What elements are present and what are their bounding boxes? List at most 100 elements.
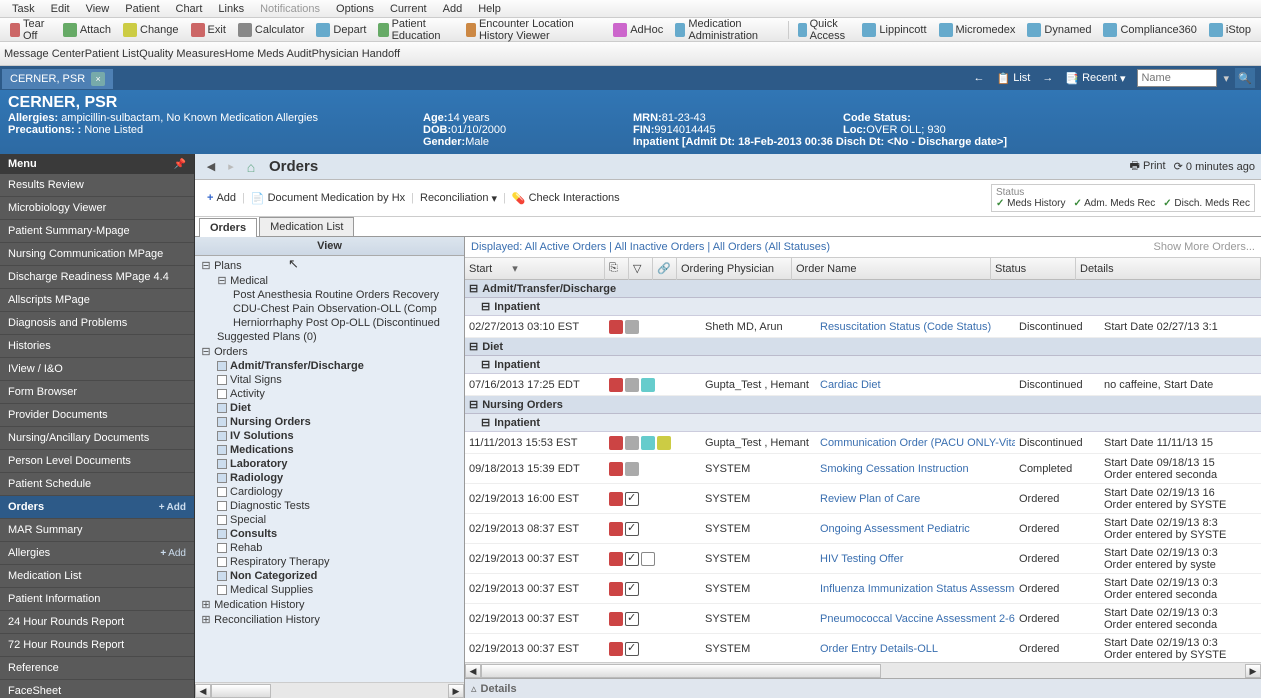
list-button[interactable]: 📋 List (991, 70, 1037, 87)
tb-quality-measures[interactable]: Quality Measures (139, 48, 225, 60)
nav-medication-list[interactable]: Medication List (0, 565, 194, 588)
details-bar[interactable]: ▵ Details (465, 678, 1261, 698)
nav-discharge-readiness-mpage-4.4[interactable]: Discharge Readiness MPage 4.4 (0, 266, 194, 289)
checkbox[interactable] (217, 501, 227, 511)
order-name-link[interactable]: Smoking Cessation Instruction (816, 461, 1015, 477)
nav-patient-information[interactable]: Patient Information (0, 588, 194, 611)
checkbox[interactable] (217, 459, 227, 469)
check-interactions-button[interactable]: 💊 Check Interactions (506, 190, 626, 207)
tree-vital-signs[interactable]: Vital Signs (197, 373, 462, 387)
arrow-right-icon[interactable]: → (1042, 72, 1053, 84)
refresh-status[interactable]: ⟳ 0 minutes ago (1174, 160, 1255, 173)
order-row[interactable]: 02/19/2013 00:37 ESTSYSTEMOrder Entry De… (465, 634, 1261, 662)
col-status[interactable]: Status (991, 258, 1076, 280)
menu-notifications[interactable]: Notifications (252, 1, 328, 17)
nav-diagnosis-and-problems[interactable]: Diagnosis and Problems (0, 312, 194, 335)
checkbox[interactable] (217, 445, 227, 455)
checkbox[interactable] (217, 543, 227, 553)
tree-activity[interactable]: Activity (197, 387, 462, 401)
collapse-icon[interactable]: ⊟ (481, 300, 490, 313)
expand-icon[interactable]: ⊟ (217, 274, 227, 287)
tb-quick-access[interactable]: Quick Access (792, 16, 856, 44)
grid-body[interactable]: ⊟Admit/Transfer/Discharge⊟Inpatient02/27… (465, 280, 1261, 662)
nav-nursing-communication-mpage[interactable]: Nursing Communication MPage (0, 243, 194, 266)
tree-consults[interactable]: Consults (197, 527, 462, 541)
add-button[interactable]: + Add (160, 548, 186, 559)
menu-task[interactable]: Task (4, 1, 43, 17)
nav-iview---i&o[interactable]: IView / I&O (0, 358, 194, 381)
menu-help[interactable]: Help (470, 1, 509, 17)
tree-nursing-orders[interactable]: Nursing Orders (197, 415, 462, 429)
checkbox[interactable] (217, 431, 227, 441)
checkbox[interactable] (217, 487, 227, 497)
collapse-icon[interactable]: ⊟ (469, 340, 478, 353)
add-button[interactable]: +Add (201, 190, 242, 206)
menu-current[interactable]: Current (382, 1, 435, 17)
order-row[interactable]: 07/16/2013 17:25 EDTGupta_Test , HemantC… (465, 374, 1261, 396)
tree-special[interactable]: Special (197, 513, 462, 527)
tree-iv-solutions[interactable]: IV Solutions (197, 429, 462, 443)
document-med-button[interactable]: 📄 Document Medication by Hx (245, 190, 411, 207)
tb-compliance360[interactable]: Compliance360 (1097, 21, 1202, 39)
home-icon[interactable]: ⌂ (241, 157, 261, 177)
expand-icon[interactable]: ⊞ (201, 613, 211, 626)
order-name-link[interactable]: Resuscitation Status (Code Status) (816, 319, 1015, 335)
tb-calculator[interactable]: Calculator (232, 21, 311, 39)
tree-herniorrhaphy-post-op-oll-discontinued[interactable]: Herniorrhaphy Post Op-OLL (Discontinued (197, 316, 462, 330)
nav-allergies[interactable]: Allergies+ Add (0, 542, 194, 565)
nav-patient-schedule[interactable]: Patient Schedule (0, 473, 194, 496)
nav-patient-summary-mpage[interactable]: Patient Summary-Mpage (0, 220, 194, 243)
checkbox[interactable] (217, 389, 227, 399)
menu-options[interactable]: Options (328, 1, 382, 17)
order-name-link[interactable]: Influenza Immunization Status Assessment (816, 581, 1015, 597)
tb-patient-education[interactable]: Patient Education (372, 16, 459, 44)
menu-edit[interactable]: Edit (43, 1, 78, 17)
nav-histories[interactable]: Histories (0, 335, 194, 358)
menu-view[interactable]: View (78, 1, 118, 17)
order-row[interactable]: 02/19/2013 16:00 ESTSYSTEMReview Plan of… (465, 484, 1261, 514)
menu-patient[interactable]: Patient (117, 1, 167, 17)
checkbox[interactable] (217, 585, 227, 595)
tab-orders[interactable]: Orders (199, 218, 257, 237)
tb-medication-administration[interactable]: Medication Administration (669, 16, 785, 44)
nav-form-browser[interactable]: Form Browser (0, 381, 194, 404)
order-row[interactable]: 11/11/2013 15:53 ESTGupta_Test , HemantC… (465, 432, 1261, 454)
tree-diagnostic-tests[interactable]: Diagnostic Tests (197, 499, 462, 513)
tb-physician-handoff[interactable]: Physician Handoff (312, 48, 400, 60)
tb-lippincott[interactable]: Lippincott (856, 21, 932, 39)
tree-radiology[interactable]: Radiology (197, 471, 462, 485)
tb-encounter-location-history-viewer[interactable]: Encounter Location History Viewer (460, 16, 607, 44)
nav-72-hour-rounds-report[interactable]: 72 Hour Rounds Report (0, 634, 194, 657)
order-name-link[interactable]: Communication Order (PACU ONLY-Vital Sig… (816, 435, 1015, 451)
grid-scrollbar[interactable]: ◀▶ (465, 662, 1261, 678)
col-icon2[interactable]: 🔗 (653, 258, 677, 280)
expand-icon[interactable]: ⊟ (201, 345, 211, 358)
tb-change[interactable]: Change (117, 21, 185, 39)
patient-tab[interactable]: CERNER, PSR × (2, 69, 113, 89)
order-row[interactable]: 02/19/2013 08:37 ESTSYSTEMOngoing Assess… (465, 514, 1261, 544)
col-details[interactable]: Details (1076, 258, 1261, 280)
order-row[interactable]: 02/19/2013 00:37 ESTSYSTEMHIV Testing Of… (465, 544, 1261, 574)
close-icon[interactable]: × (91, 72, 105, 86)
order-name-link[interactable]: Cardiac Diet (816, 377, 1015, 393)
back-button[interactable]: ◀ (201, 157, 221, 177)
col-filter-icon[interactable]: ▽ (629, 258, 653, 280)
search-icon[interactable]: 🔍 (1235, 68, 1255, 88)
tree-plans[interactable]: ⊟ Plans (197, 258, 462, 273)
nav-orders[interactable]: Orders+ Add (0, 496, 194, 519)
tb-exit[interactable]: Exit (185, 21, 232, 39)
nav-nursing-ancillary-documents[interactable]: Nursing/Ancillary Documents (0, 427, 194, 450)
show-more-link[interactable]: Show More Orders... (1154, 241, 1255, 253)
tree-cdu-chest-pain-observation-oll-comp[interactable]: CDU-Chest Pain Observation-OLL (Comp (197, 302, 462, 316)
collapse-icon[interactable]: ⊟ (469, 398, 478, 411)
tree-medical-supplies[interactable]: Medical Supplies (197, 583, 462, 597)
tb-dynamed[interactable]: Dynamed (1021, 21, 1097, 39)
section-admit-transfer-discharge[interactable]: ⊟Admit/Transfer/Discharge (465, 280, 1261, 298)
print-button[interactable]: 🖶 Print (1130, 157, 1166, 176)
tree-non-categorized[interactable]: Non Categorized (197, 569, 462, 583)
tree-orders[interactable]: ⊟ Orders (197, 344, 462, 359)
checkbox[interactable] (217, 417, 227, 427)
order-row[interactable]: 09/18/2013 15:39 EDTSYSTEMSmoking Cessat… (465, 454, 1261, 484)
menu-chart[interactable]: Chart (168, 1, 211, 17)
menu-add[interactable]: Add (435, 1, 471, 17)
